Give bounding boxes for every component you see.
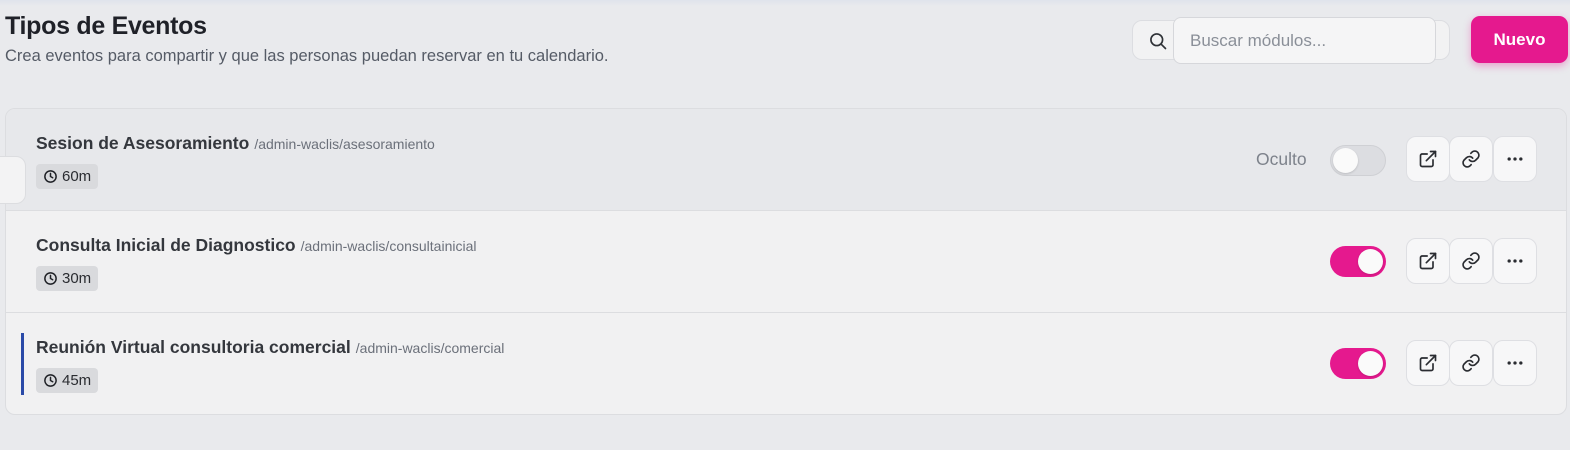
- event-row[interactable]: Sesion de Asesoramiento/admin-waclis/ase…: [6, 109, 1566, 211]
- event-slug: /admin-waclis/asesoramiento: [254, 136, 435, 152]
- event-row[interactable]: Reunión Virtual consultoria comercial/ad…: [6, 313, 1566, 414]
- more-horizontal-icon: [1507, 361, 1523, 365]
- clock-icon: [44, 272, 57, 285]
- duration-text: 60m: [62, 168, 92, 185]
- search-box: [1132, 17, 1450, 64]
- new-event-button[interactable]: Nuevo: [1471, 16, 1568, 63]
- hidden-status-label: Oculto: [1256, 149, 1307, 169]
- external-link-icon: [1419, 150, 1437, 168]
- page-subtitle: Crea eventos para compartir y que las pe…: [5, 47, 609, 65]
- event-slug: /admin-waclis/comercial: [355, 340, 505, 356]
- open-event-button[interactable]: [1406, 136, 1450, 182]
- open-event-button[interactable]: [1406, 238, 1450, 284]
- visibility-toggle[interactable]: [1330, 246, 1386, 277]
- event-slug: /admin-waclis/consultainicial: [300, 238, 477, 254]
- toggle-knob: [1358, 351, 1383, 376]
- duration-badge: 60m: [36, 164, 99, 189]
- duration-badge: 45m: [36, 368, 99, 393]
- visibility-toggle[interactable]: [1330, 348, 1386, 379]
- copy-link-button[interactable]: [1449, 238, 1493, 284]
- link-icon: [1462, 252, 1480, 270]
- search-input[interactable]: [1173, 17, 1436, 64]
- more-options-button[interactable]: [1493, 238, 1537, 284]
- event-row[interactable]: Consulta Inicial de Diagnostico/admin-wa…: [6, 211, 1566, 313]
- side-panel-handle[interactable]: [0, 156, 26, 204]
- external-link-icon: [1419, 354, 1437, 372]
- duration-text: 45m: [62, 372, 92, 389]
- toggle-knob: [1333, 148, 1358, 173]
- more-horizontal-icon: [1507, 259, 1523, 263]
- external-link-icon: [1419, 252, 1437, 270]
- clock-icon: [44, 374, 57, 387]
- visibility-toggle[interactable]: [1330, 145, 1386, 176]
- event-title[interactable]: Sesion de Asesoramiento/admin-waclis/ase…: [36, 133, 435, 154]
- event-title-text: Reunión Virtual consultoria comercial: [36, 337, 351, 357]
- link-icon: [1462, 354, 1480, 372]
- search-icon[interactable]: [1148, 31, 1168, 51]
- row-drag-marker: [21, 333, 24, 395]
- duration-text: 30m: [62, 270, 92, 287]
- more-options-button[interactable]: [1493, 340, 1537, 386]
- link-icon: [1462, 150, 1480, 168]
- top-shadow: [0, 0, 1570, 6]
- copy-link-button[interactable]: [1449, 340, 1493, 386]
- event-title[interactable]: Reunión Virtual consultoria comercial/ad…: [36, 337, 504, 358]
- toggle-knob: [1358, 249, 1383, 274]
- event-title-text: Sesion de Asesoramiento: [36, 133, 250, 153]
- clock-icon: [44, 170, 57, 183]
- event-title[interactable]: Consulta Inicial de Diagnostico/admin-wa…: [36, 235, 476, 256]
- more-options-button[interactable]: [1493, 136, 1537, 182]
- event-title-text: Consulta Inicial de Diagnostico: [36, 235, 296, 255]
- duration-badge: 30m: [36, 266, 99, 291]
- copy-link-button[interactable]: [1449, 136, 1493, 182]
- page-title: Tipos de Eventos: [5, 12, 207, 40]
- event-types-list: Sesion de Asesoramiento/admin-waclis/ase…: [5, 108, 1567, 415]
- more-horizontal-icon: [1507, 157, 1523, 161]
- open-event-button[interactable]: [1406, 340, 1450, 386]
